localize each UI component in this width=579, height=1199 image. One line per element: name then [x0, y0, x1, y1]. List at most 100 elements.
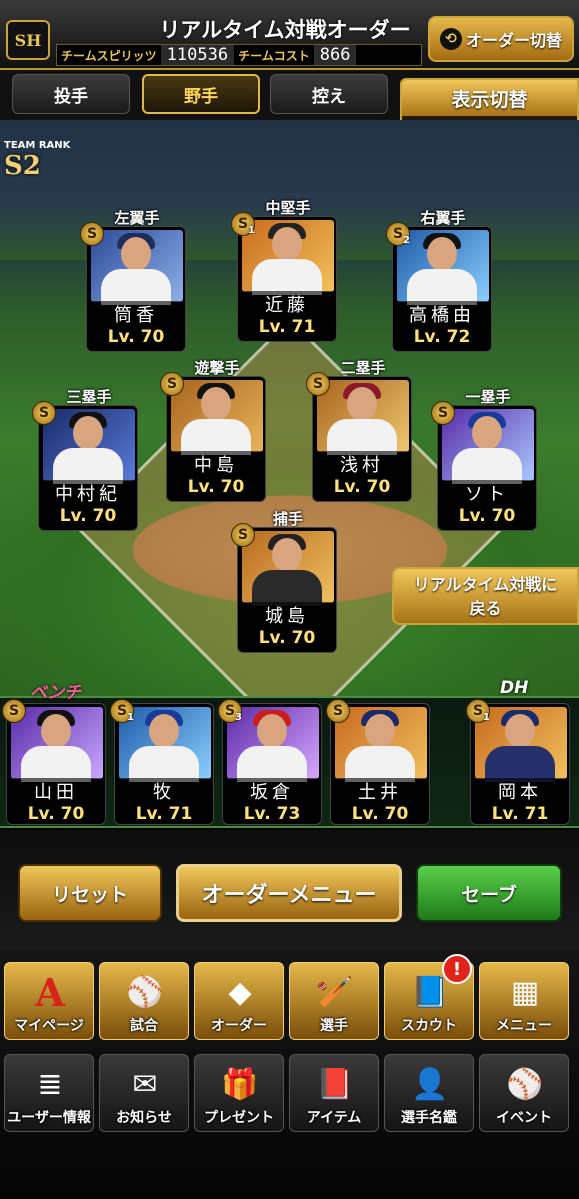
nav-mypage[interactable]: A マイページ	[4, 962, 94, 1040]
save-button[interactable]: セーブ	[416, 864, 562, 922]
batter-icon: 🏏	[316, 974, 354, 1010]
nav-label: メニュー	[496, 1018, 552, 1034]
nav-event[interactable]: ⚾ イベント	[479, 1054, 569, 1132]
nav-label: イベント	[496, 1110, 552, 1126]
s-coin-icon: S	[160, 372, 184, 396]
nav-user-info[interactable]: ≣ ユーザー情報	[4, 1054, 94, 1132]
nav-order[interactable]: ◆ オーダー	[194, 962, 284, 1040]
s-coin-icon: S	[32, 401, 56, 425]
nav-news[interactable]: ✉ お知らせ	[99, 1054, 189, 1132]
player-name: 城島	[238, 602, 336, 628]
position-label: 中堅手	[265, 199, 311, 217]
nav-present[interactable]: 🎁 プレゼント	[194, 1054, 284, 1132]
uniform	[21, 746, 91, 782]
nav-player-directory[interactable]: 👤 選手名鑑	[384, 1054, 474, 1132]
reset-button[interactable]: リセット	[18, 864, 162, 922]
position-label: 遊撃手	[194, 359, 240, 377]
order-switch-button[interactable]: ⟲ オーダー切替	[428, 16, 574, 62]
bench-label: ベンチ	[30, 683, 81, 703]
nav-menu[interactable]: ▦ メニュー	[479, 962, 569, 1040]
uniform	[101, 269, 171, 305]
face	[201, 387, 231, 421]
nav-label: ユーザー情報	[7, 1110, 91, 1126]
uniform	[252, 570, 322, 606]
s-coin-icon: S	[306, 372, 330, 396]
team-rank-value: S2	[4, 151, 41, 181]
order-menu-button[interactable]: オーダーメニュー	[176, 864, 402, 922]
spirits-label: チームスピリッツ	[61, 48, 157, 63]
player-card-3b[interactable]: 中村紀 Lv. 70	[38, 405, 138, 531]
uniform	[129, 746, 199, 782]
uniform	[407, 269, 477, 305]
mail-icon: ✉	[132, 1066, 158, 1102]
s-coin-icon: S1	[110, 699, 134, 723]
nav-label: 選手	[320, 1018, 348, 1034]
uniform	[252, 259, 322, 295]
player-level: Lv. 71	[135, 804, 193, 824]
position-label: 捕手	[272, 510, 303, 528]
s-coin-icon: S	[80, 222, 104, 246]
player-card-lf[interactable]: 筒香 Lv. 70	[86, 226, 186, 352]
face	[427, 237, 457, 271]
nav-label: オーダー	[211, 1018, 267, 1034]
gift-icon: 🎁	[221, 1066, 259, 1102]
player-level: Lv. 72	[413, 327, 471, 347]
nav-label: 試合	[130, 1018, 158, 1034]
position-label: 二塁手	[340, 359, 386, 377]
nav-label: スカウト	[401, 1018, 457, 1034]
uniform	[237, 746, 307, 782]
tab-pitcher[interactable]: 投手	[12, 74, 130, 114]
s-coin-icon: S1	[466, 699, 490, 723]
back-line2: 戻る	[469, 599, 502, 618]
bench-player-card[interactable]: 土井 Lv. 70	[330, 703, 430, 825]
uniform	[53, 448, 123, 484]
player-level: Lv. 73	[243, 804, 301, 824]
face	[272, 538, 302, 572]
team-logo-icon: SH	[6, 20, 50, 60]
dh-label: DH	[500, 678, 529, 698]
order-switch-label: オーダー切替	[465, 31, 562, 50]
player-card-ss[interactable]: 中島 Lv. 70	[166, 376, 266, 502]
s-coin-icon: S	[2, 699, 26, 723]
uniform	[181, 419, 251, 455]
s-coin-icon: S1	[231, 212, 255, 236]
page-title: リアルタイム対戦オーダー	[159, 18, 411, 42]
uniform	[452, 448, 522, 484]
nav-game[interactable]: ⚾ 試合	[99, 962, 189, 1040]
player-level: Lv. 70	[333, 477, 391, 497]
player-level: Lv. 71	[258, 317, 316, 337]
player-level: Lv. 70	[27, 804, 85, 824]
nav-players[interactable]: 🏏 選手	[289, 962, 379, 1040]
player-level: Lv. 70	[258, 628, 316, 648]
player-level: Lv. 70	[351, 804, 409, 824]
player-card-c[interactable]: 城島 Lv. 70	[237, 527, 337, 653]
player-name: 牧	[115, 778, 213, 804]
mypage-icon: A	[35, 969, 65, 1015]
player-name: 高橋由	[393, 301, 491, 327]
nav-label: お知らせ	[116, 1110, 172, 1126]
player-name: 岡本	[471, 778, 569, 804]
team-rank-label: TEAM RANK	[4, 140, 71, 151]
player-card-2b[interactable]: 浅村 Lv. 70	[312, 376, 412, 502]
face	[121, 237, 151, 271]
bench-player-card[interactable]: 山田 Lv. 70	[6, 703, 106, 825]
tab-reserve[interactable]: 控え	[270, 74, 388, 114]
nav-item[interactable]: 📕 アイテム	[289, 1054, 379, 1132]
nav-label: マイページ	[14, 1018, 84, 1034]
baseball-icon: ⚾	[126, 974, 164, 1010]
s-coin-icon: S	[326, 699, 350, 723]
field-diamond-icon: ◆	[228, 974, 252, 1010]
position-label: 右翼手	[420, 209, 466, 227]
player-level: Lv. 71	[491, 804, 549, 824]
player-name: 近藤	[238, 291, 336, 317]
player-card-1b[interactable]: ソト Lv. 70	[437, 405, 537, 531]
player-name: 浅村	[313, 451, 411, 477]
nav-label: プレゼント	[204, 1110, 274, 1126]
s-coin-icon: S2	[386, 222, 410, 246]
tab-fielder[interactable]: 野手	[142, 74, 260, 114]
back-to-realtime-button[interactable]: リアルタイム対戦に 戻る	[392, 567, 579, 625]
notification-badge: !	[442, 954, 472, 984]
player-name: 土井	[331, 778, 429, 804]
position-label: 三塁手	[66, 388, 112, 406]
uniform	[327, 419, 397, 455]
